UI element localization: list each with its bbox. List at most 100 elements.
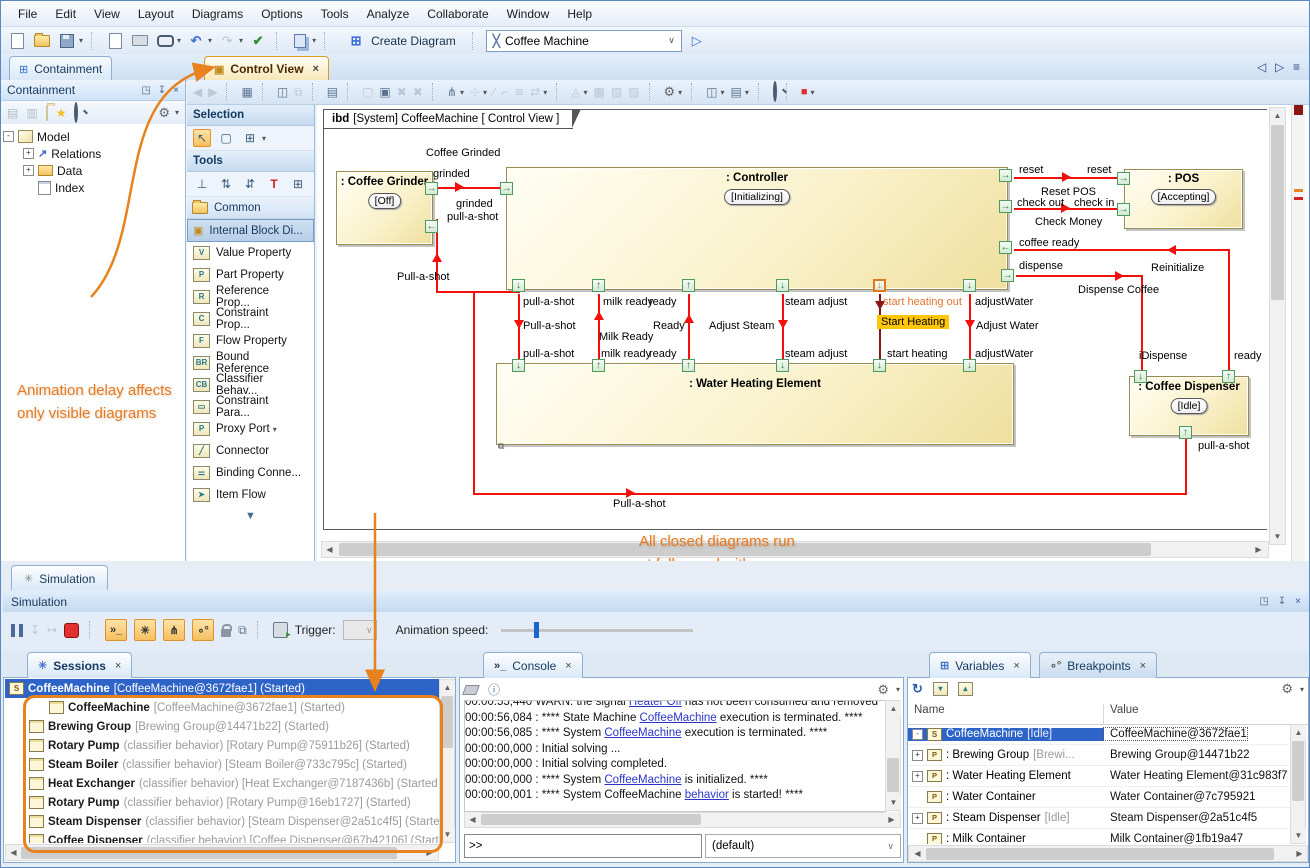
open-icon[interactable] [32, 31, 52, 51]
tab-sessions[interactable]: ✳Sessions× [27, 652, 132, 678]
create-diagram-button[interactable]: ⊞Create Diagram [338, 29, 464, 53]
palette-item[interactable]: R Reference Prop... [187, 286, 314, 308]
new-icon[interactable] [7, 31, 27, 51]
menu-item[interactable]: Diagrams [183, 5, 252, 23]
palette-item[interactable]: ➤ Item Flow [187, 484, 314, 506]
refresh-icon[interactable]: ↻ [912, 681, 923, 697]
diagram-port[interactable] [682, 279, 695, 292]
block-controller[interactable]: : Controller [Initializing] [506, 167, 1008, 290]
validate-icon[interactable]: ▤ [327, 85, 338, 99]
console-link[interactable]: behavior [685, 789, 729, 801]
palette-item[interactable]: P Proxy Port ▾ [187, 418, 314, 440]
scroll-right-icon[interactable]: ▶ [1251, 542, 1266, 557]
scrollbar-thumb[interactable] [441, 696, 453, 748]
rect-line-icon[interactable]: ⌐ [501, 85, 508, 99]
diagram-port[interactable] [592, 359, 605, 372]
palette-item[interactable]: V Value Property [187, 242, 314, 264]
close-icon[interactable]: × [173, 85, 179, 96]
scrollbar-thumb[interactable] [1292, 741, 1304, 801]
common-group[interactable]: Common [187, 197, 314, 219]
session-row[interactable]: Coffee Dispenser(classifier behavior) [C… [25, 831, 439, 843]
palette-item[interactable]: CB Classifier Behav... [187, 374, 314, 396]
copy-icon[interactable]: ▢ [362, 85, 373, 99]
pin-icon[interactable]: ↧ [1278, 596, 1286, 607]
record-icon[interactable]: ■ [801, 86, 808, 98]
close-icon[interactable]: × [115, 660, 121, 672]
diagram-port[interactable] [1134, 370, 1147, 383]
trigger-combobox[interactable]: ∨ [343, 620, 377, 640]
gear-dropdown[interactable]: ▾ [175, 108, 179, 117]
palette-item[interactable]: F Flow Property [187, 330, 314, 352]
session-row[interactable]: CoffeeMachine [CoffeeMachine@3672fae1] (… [45, 698, 439, 717]
session-row[interactable]: Steam Dispenser(classifier behavior) [St… [25, 812, 439, 831]
menu-item[interactable]: File [9, 5, 46, 23]
group-select-icon[interactable]: ⊞ [241, 129, 259, 147]
block-pos[interactable]: : POS [Accepting] [1124, 169, 1243, 229]
console-link[interactable]: CoffeeMachine [604, 774, 681, 786]
redo-dropdown[interactable]: ▾ [239, 36, 243, 45]
find-dropdown[interactable]: ▾ [177, 36, 181, 45]
console-link[interactable]: CoffeeMachine [640, 712, 717, 724]
diagram-port[interactable] [500, 182, 513, 195]
windows-icon[interactable]: ◫ [277, 85, 288, 99]
menu-item[interactable]: Analyze [358, 5, 419, 23]
palette-item[interactable]: ▭ Constraint Para... [187, 396, 314, 418]
tab-variables[interactable]: ⊞Variables× [929, 652, 1031, 678]
close-icon[interactable]: × [313, 63, 319, 75]
diagram-port[interactable] [1001, 269, 1014, 282]
variable-row[interactable]: P: Water Container Water Container@7c795… [908, 787, 1290, 808]
diagram-port[interactable] [776, 279, 789, 292]
text-tool-icon[interactable]: T [265, 175, 283, 193]
swap-icon[interactable]: ⇄ [530, 85, 540, 99]
float-icon[interactable]: ◳ [1259, 596, 1268, 607]
step-into-button[interactable]: ↧ [30, 623, 40, 637]
image-icon[interactable]: ▩ [593, 85, 604, 99]
diagram-port[interactable] [1117, 172, 1130, 185]
back-icon[interactable]: ◀ [193, 85, 202, 99]
scroll-right-icon[interactable]: ▶ [1292, 846, 1307, 861]
collapse-all-icon[interactable]: ▴ [958, 682, 973, 696]
tree-item[interactable]: Index [23, 179, 183, 196]
menu-item[interactable]: Tools [312, 5, 358, 23]
legend-icon[interactable]: ▨ [628, 85, 639, 99]
palette-more-icon[interactable]: ▼ [187, 510, 314, 522]
close-icon[interactable]: × [1295, 596, 1301, 607]
scrollbar-thumb[interactable] [1271, 125, 1284, 300]
open-diagram-icon[interactable] [46, 106, 48, 120]
variable-row[interactable]: +P: Water Heating Element Water Heating … [908, 766, 1290, 787]
tree-item[interactable]: + Data [23, 162, 183, 179]
internal-block-group[interactable]: ▣Internal Block Di... [187, 219, 314, 242]
slider-thumb[interactable] [534, 622, 539, 638]
pause-button[interactable] [11, 624, 23, 637]
breakpoints-toggle-button[interactable]: ∘° [192, 619, 214, 641]
diagram-port[interactable] [425, 220, 438, 233]
menu-item[interactable]: Help [558, 5, 601, 23]
scroll-up-icon[interactable]: ▲ [1291, 725, 1306, 740]
scrollbar-thumb[interactable] [926, 848, 1274, 860]
scrollbar-thumb[interactable] [481, 814, 701, 825]
animation-toggle-button[interactable]: ✳ [134, 619, 156, 641]
collapse-tree-icon[interactable]: ▤ [7, 106, 18, 120]
save-dropdown[interactable]: ▾ [79, 36, 83, 45]
session-row[interactable]: Heat Exchanger(classifier behavior) [Hea… [25, 774, 439, 793]
gear-dropdown[interactable]: ▾ [896, 685, 900, 694]
diagram-port[interactable] [512, 359, 525, 372]
diagram-port[interactable] [999, 200, 1012, 213]
palette-item[interactable]: C Constraint Prop... [187, 308, 314, 330]
vertical-shrink-icon[interactable]: ⇵ [241, 175, 259, 193]
diagram-port[interactable] [999, 241, 1012, 254]
diagram-port[interactable] [425, 182, 438, 195]
session-row[interactable]: Brewing Group [Brewing Group@14471b22] (… [25, 717, 439, 736]
diagram-port[interactable] [963, 279, 976, 292]
scroll-down-icon[interactable]: ▼ [1270, 529, 1285, 544]
gear-icon[interactable]: ⚙ [877, 682, 889, 698]
menu-item[interactable]: Collaborate [418, 5, 497, 23]
zoom-search-icon[interactable] [773, 83, 777, 101]
layout-icon[interactable]: ⋔ [447, 85, 457, 99]
expand-all-icon[interactable]: ▾ [933, 682, 948, 696]
variable-row[interactable]: P: Milk Container Milk Container@1fb19a4… [908, 829, 1290, 844]
console-log[interactable]: 00:00:55,440 WARN: the signal Heater Off… [464, 700, 886, 812]
tab-scroll-right-icon[interactable]: ▷ [1275, 60, 1284, 74]
diagram-port[interactable] [512, 279, 525, 292]
scroll-left-icon[interactable]: ◀ [910, 846, 925, 861]
